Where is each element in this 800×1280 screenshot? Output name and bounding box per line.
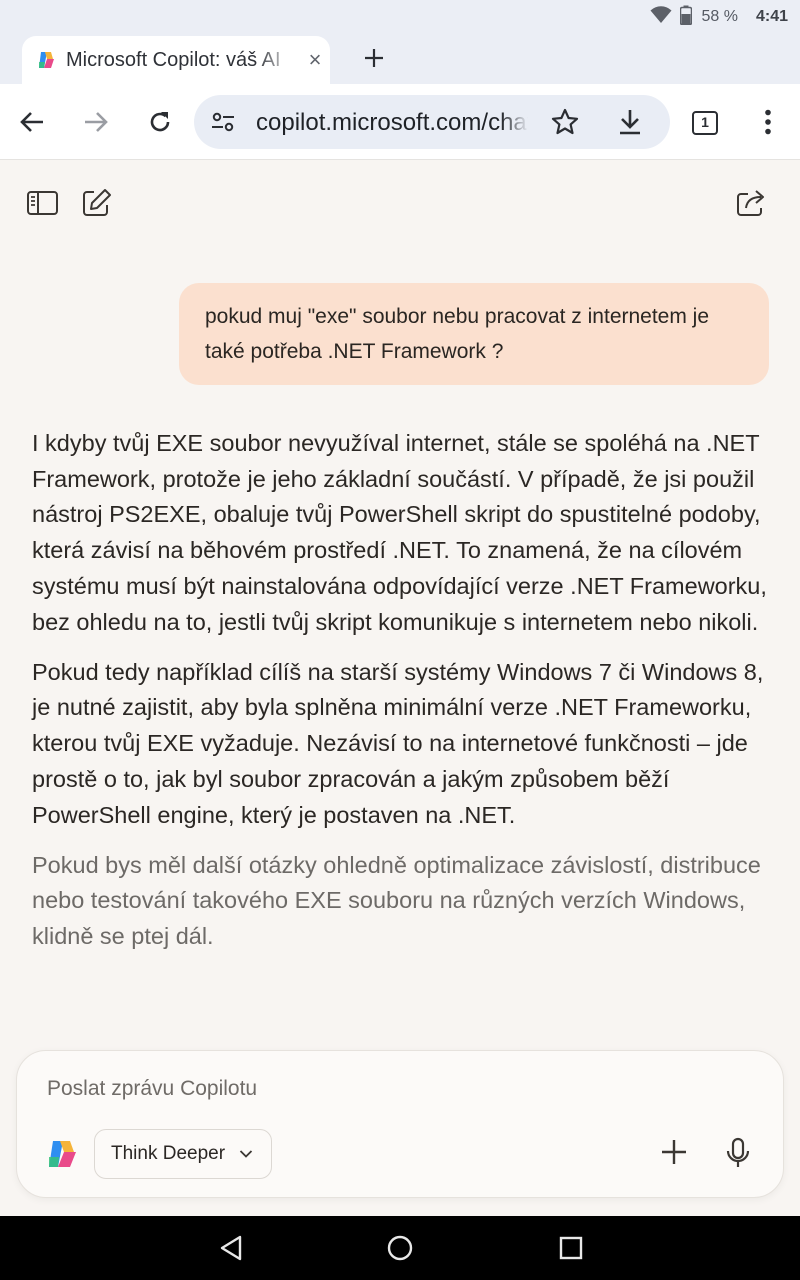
- response-paragraph: Pokud bys měl další otázky ohledně optim…: [32, 851, 761, 950]
- tab-close-icon[interactable]: ×: [304, 47, 326, 73]
- response-paragraph: I kdyby tvůj EXE soubor nevyužíval inter…: [32, 430, 767, 635]
- address-bar[interactable]: copilot.microsoft.com/chats: [194, 95, 670, 149]
- battery-icon: [679, 5, 692, 30]
- battery-percentage: 58 %: [701, 8, 738, 25]
- message-input[interactable]: Poslat zprávu Copilotu: [47, 1077, 647, 1101]
- copilot-logo-icon: [45, 1137, 79, 1171]
- reload-icon: [150, 112, 170, 132]
- nav-recents-icon[interactable]: [558, 1234, 584, 1267]
- tab-strip: Microsoft Copilot: váš AI ×: [0, 34, 800, 84]
- clock: 4:41: [755, 8, 788, 25]
- back-button[interactable]: [10, 100, 54, 144]
- copilot-favicon-icon: [36, 50, 56, 70]
- menu-button[interactable]: [746, 100, 790, 144]
- plus-icon: [365, 49, 383, 67]
- assistant-response: I kdyby tvůj EXE soubor nevyužíval inter…: [32, 426, 772, 969]
- forward-button[interactable]: [74, 100, 118, 144]
- url-text[interactable]: copilot.microsoft.com/chats: [256, 109, 528, 137]
- status-bar: 58 % 4:41: [0, 0, 800, 34]
- system-navigation-bar: [0, 1216, 800, 1280]
- reload-button[interactable]: [138, 100, 182, 144]
- nav-back-icon[interactable]: [218, 1234, 244, 1267]
- tab-switcher-button[interactable]: 1: [692, 111, 718, 135]
- add-attachment-icon[interactable]: [659, 1137, 689, 1172]
- browser-toolbar: copilot.microsoft.com/chats 1: [0, 84, 800, 160]
- message-composer: Poslat zprávu Copilotu Think Deeper: [16, 1050, 784, 1198]
- arrow-right-icon: [85, 112, 108, 132]
- think-deeper-button[interactable]: Think Deeper: [94, 1129, 272, 1179]
- share-icon[interactable]: [734, 186, 768, 220]
- nav-home-icon[interactable]: [386, 1234, 414, 1267]
- arrow-left-icon: [20, 112, 43, 132]
- chevron-down-icon: [239, 1150, 253, 1158]
- mode-label: Think Deeper: [111, 1143, 226, 1164]
- response-paragraph: Pokud tedy například cílíš na starší sys…: [32, 658, 764, 828]
- bookmark-star-icon[interactable]: [550, 107, 580, 142]
- microphone-icon[interactable]: [723, 1137, 753, 1174]
- browser-tab[interactable]: Microsoft Copilot: váš AI ×: [22, 36, 330, 84]
- wifi-icon: [650, 5, 672, 29]
- tab-title: Microsoft Copilot: váš AI: [66, 48, 281, 71]
- new-chat-icon[interactable]: [80, 186, 114, 220]
- user-message-bubble: pokud muj "exe" soubor nebu pracovat z i…: [179, 283, 769, 385]
- new-tab-button[interactable]: [356, 40, 392, 76]
- site-settings-icon[interactable]: [210, 109, 236, 140]
- sidebar-toggle-icon[interactable]: [26, 186, 60, 220]
- download-icon[interactable]: [616, 107, 644, 142]
- more-vertical-icon: [765, 109, 771, 135]
